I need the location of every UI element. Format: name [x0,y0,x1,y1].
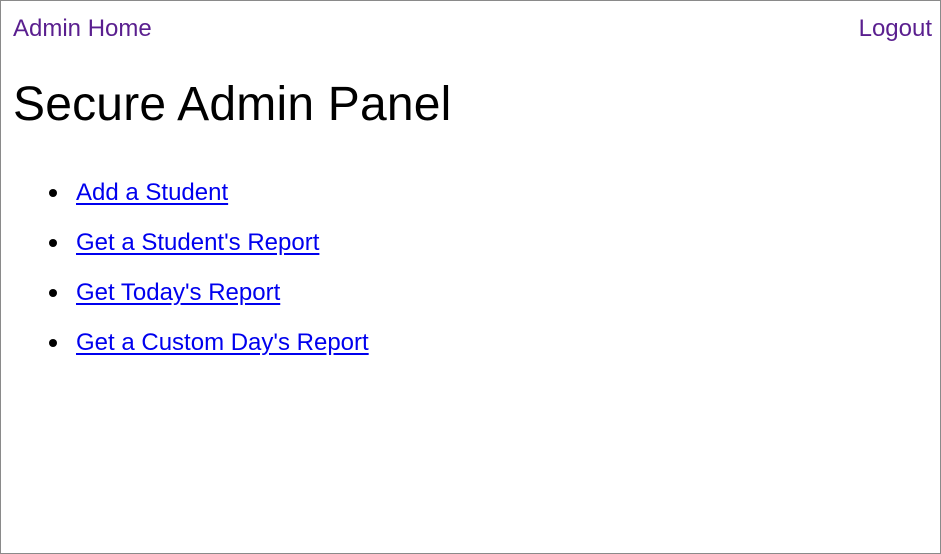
bullet-icon [49,339,57,347]
student-report-link[interactable]: Get a Student's Report [76,229,319,256]
list-item: Get a Custom Day's Report [1,323,369,373]
page-title: Secure Admin Panel [13,78,452,131]
list-item: Add a Student [1,173,369,223]
admin-home-link[interactable]: Admin Home [13,14,152,44]
todays-report-link[interactable]: Get Today's Report [76,279,280,306]
bullet-icon [49,239,57,247]
list-item: Get Today's Report [1,273,369,323]
page-frame: Admin Home Logout Secure Admin Panel Add… [0,0,941,554]
top-navigation: Admin Home Logout [13,13,932,45]
logout-link[interactable]: Logout [859,14,932,44]
list-item: Get a Student's Report [1,223,369,273]
custom-day-report-link[interactable]: Get a Custom Day's Report [76,329,369,356]
admin-menu-list: Add a Student Get a Student's Report Get… [1,173,369,373]
bullet-icon [49,289,57,297]
bullet-icon [49,189,57,197]
add-student-link[interactable]: Add a Student [76,179,228,206]
